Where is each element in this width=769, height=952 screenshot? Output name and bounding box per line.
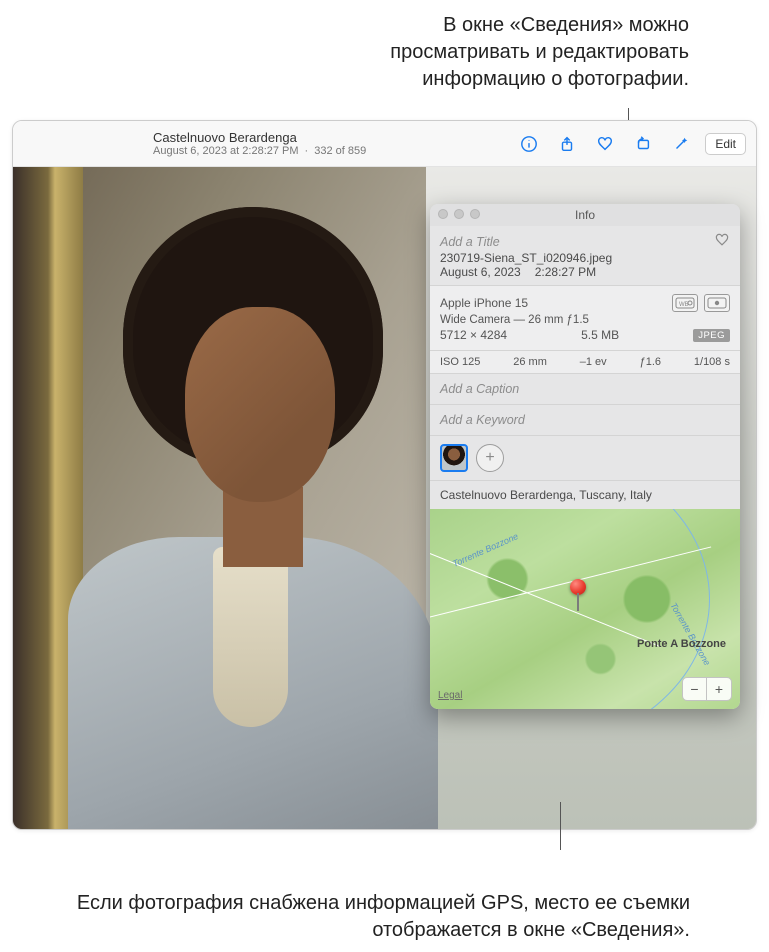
exif-shutter: 1/108 s xyxy=(694,356,730,368)
photo-subtitle: August 6, 2023 at 2:28:27 PM · 332 of 85… xyxy=(153,145,513,157)
photo-counter: 332 of 859 xyxy=(314,145,366,157)
camera-device: Apple iPhone 15 xyxy=(440,296,528,310)
callout-top: В окне «Сведения» можно просматривать и … xyxy=(309,12,689,93)
info-icon[interactable] xyxy=(519,134,539,154)
toolbar: Castelnuovo Berardenga August 6, 2023 at… xyxy=(13,121,756,167)
location-map[interactable]: Torrente Bozzone Torrente Bozzone Ponte … xyxy=(430,509,740,709)
exif-iso: ISO 125 xyxy=(440,356,480,368)
keyword-field[interactable]: Add a Keyword xyxy=(430,405,740,436)
face-thumbnail[interactable] xyxy=(440,444,468,472)
callout-bottom: Если фотография снабжена информацией GPS… xyxy=(50,890,690,944)
photo-title: Castelnuovo Berardenga xyxy=(153,130,513,145)
callout-bottom-leader xyxy=(560,802,561,850)
filename-label: 230719-Siena_ST_i020946.jpeg xyxy=(440,251,730,265)
exif-ev: –1 ev xyxy=(580,356,607,368)
camera-lens: Wide Camera — 26 mm ƒ1.5 xyxy=(440,314,589,326)
faces-row: + xyxy=(430,436,740,481)
exif-focal: 26 mm xyxy=(513,356,547,368)
camera-dimensions: 5712 × 4284 xyxy=(440,328,507,342)
favorite-heart-icon[interactable] xyxy=(714,232,730,251)
zoom-icon[interactable] xyxy=(470,209,480,219)
add-face-button[interactable]: + xyxy=(476,444,504,472)
map-legal-link[interactable]: Legal xyxy=(438,690,462,701)
minimize-icon[interactable] xyxy=(454,209,464,219)
camera-filesize: 5.5 MB xyxy=(581,328,619,342)
location-label: Castelnuovo Berardenga, Tuscany, Italy xyxy=(430,481,740,509)
share-icon[interactable] xyxy=(557,134,577,154)
raw-badge-icon: WB xyxy=(672,294,698,312)
info-titlebar: Info xyxy=(430,204,740,226)
toolbar-title-block: Castelnuovo Berardenga August 6, 2023 at… xyxy=(153,130,513,157)
map-zoom-controls: − + xyxy=(682,677,732,701)
photo-date: August 6, 2023 at 2:28:27 PM xyxy=(153,145,299,157)
camera-metadata: Apple iPhone 15 WB Wide Camera — 26 mm ƒ… xyxy=(430,285,740,351)
map-town-label: Ponte A Bozzone xyxy=(637,638,726,651)
info-panel: Info Add a Title 230719-Siena_ST_i020946… xyxy=(430,204,740,709)
window-traffic-lights[interactable] xyxy=(438,209,480,219)
rotate-icon[interactable] xyxy=(633,134,653,154)
title-field[interactable]: Add a Title xyxy=(440,235,500,249)
info-time: 2:28:27 PM xyxy=(535,265,596,279)
format-badge: JPEG xyxy=(693,329,730,342)
map-pin-icon[interactable] xyxy=(570,579,586,595)
live-badge-icon xyxy=(704,294,730,312)
info-date: August 6, 2023 xyxy=(440,265,521,279)
map-zoom-in-button[interactable]: + xyxy=(707,678,731,700)
auto-enhance-icon[interactable] xyxy=(671,134,691,154)
info-window-title: Info xyxy=(575,208,595,222)
svg-text:WB: WB xyxy=(679,302,689,308)
map-zoom-out-button[interactable]: − xyxy=(683,678,707,700)
favorite-icon[interactable] xyxy=(595,134,615,154)
edit-button[interactable]: Edit xyxy=(705,133,746,155)
exif-row: ISO 125 26 mm –1 ev ƒ1.6 1/108 s xyxy=(430,351,740,374)
caption-field[interactable]: Add a Caption xyxy=(430,374,740,405)
exif-aperture: ƒ1.6 xyxy=(640,356,661,368)
close-icon[interactable] xyxy=(438,209,448,219)
